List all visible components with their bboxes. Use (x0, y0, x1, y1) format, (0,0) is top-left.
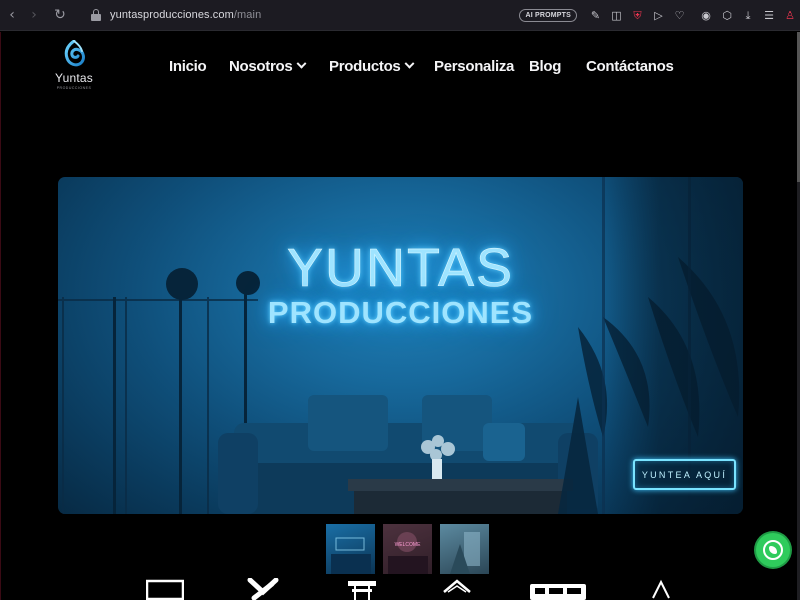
profile-icon[interactable]: ♙ (782, 8, 798, 24)
back-icon[interactable]: ‹ (3, 6, 21, 24)
nav-label: Blog (529, 58, 562, 75)
tools-icon[interactable] (246, 578, 280, 600)
nav-item-personaliza[interactable]: Personaliza (434, 58, 514, 75)
extension-icon[interactable]: ◉ (698, 8, 714, 24)
whatsapp-button[interactable] (756, 533, 790, 567)
edit-icon[interactable]: ✎ (588, 8, 604, 24)
download-icon[interactable]: ⤓ (740, 8, 756, 24)
tent-icon[interactable] (441, 578, 473, 600)
cube-icon[interactable]: ⬡ (719, 8, 735, 24)
browser-toolbar: ‹ › ↻ yuntasproducciones.com/main AI PRO… (0, 0, 800, 31)
website: Yuntas PRODUCCIONES Inicio Nosotros Prod… (0, 32, 797, 600)
thumb-label: WELCOME (394, 542, 421, 548)
carousel-thumb-2[interactable]: WELCOME (383, 524, 432, 574)
nav-label: Productos (329, 58, 401, 75)
carousel-thumb-3[interactable] (440, 524, 489, 574)
nav-label: Personaliza (434, 58, 515, 75)
nav-label: Inicio (169, 58, 207, 75)
yuntea-aqui-button[interactable]: YUNTEA AQUÍ (633, 459, 736, 490)
ai-prompts-badge[interactable]: AI PROMPTS (519, 9, 577, 22)
lock-icon (91, 9, 101, 21)
nav-label: Contáctanos (586, 58, 674, 75)
logo-subtext: PRODUCCIONES (56, 86, 92, 90)
thumb-image (450, 532, 480, 574)
shield-icon[interactable]: ⛨ (630, 8, 646, 24)
nav-label: Nosotros (229, 58, 293, 75)
thumb-image (383, 524, 432, 574)
url-host: yuntasproducciones.com (110, 9, 234, 21)
display-panel-icon[interactable] (529, 578, 587, 600)
screenshot-icon[interactable]: ◫ (609, 8, 625, 24)
address-bar[interactable]: yuntasproducciones.com/main (110, 9, 261, 21)
hero-title: YUNTAS (286, 238, 515, 299)
hero-subtitle: PRODUCCIONES (267, 295, 534, 330)
nav-item-blog[interactable]: Blog (529, 58, 561, 75)
whatsapp-icon (763, 540, 783, 560)
nav-item-inicio[interactable]: Inicio (169, 58, 207, 75)
monitor-icon[interactable] (146, 578, 184, 600)
menu-icon[interactable]: ☰ (761, 8, 777, 24)
forward-icon[interactable]: › (25, 6, 43, 24)
nav-item-productos[interactable]: Productos (329, 58, 415, 75)
main-nav: Inicio Nosotros Productos Personaliza Bl… (1, 58, 798, 78)
reload-icon[interactable]: ↻ (51, 6, 69, 24)
carousel-thumb-1[interactable] (326, 524, 375, 574)
hero-banner: YUNTAS PRODUCCIONES YUNTEA AQUÍ (58, 177, 743, 514)
nav-item-nosotros[interactable]: Nosotros (229, 58, 307, 75)
chevron-down-icon (296, 58, 307, 69)
tripod-icon[interactable] (649, 578, 673, 600)
chevron-down-icon (405, 58, 415, 69)
url-path: /main (233, 9, 262, 21)
nav-item-contactanos[interactable]: Contáctanos (586, 58, 674, 75)
heart-icon[interactable]: ♡ (672, 8, 688, 24)
stand-icon[interactable] (345, 578, 379, 600)
thumb-image (331, 537, 371, 574)
play-icon[interactable]: ▷ (651, 8, 667, 24)
